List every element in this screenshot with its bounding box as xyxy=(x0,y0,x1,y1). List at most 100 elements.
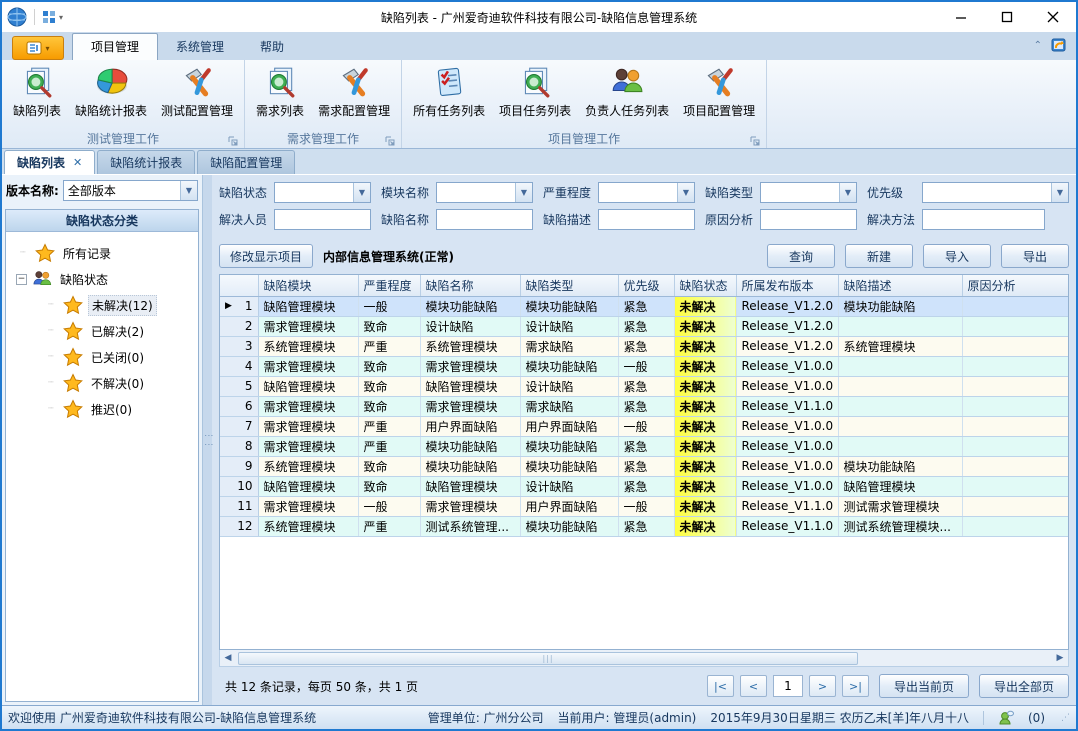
dialog-launcher-icon[interactable] xyxy=(228,135,238,145)
tab-close-icon[interactable]: ✕ xyxy=(73,156,82,169)
grid-column-header[interactable]: 缺陷描述 xyxy=(838,275,962,296)
grid-cell[interactable] xyxy=(962,476,1069,496)
ribbon-button[interactable]: 需求配置管理 xyxy=(311,62,397,122)
grid-cell[interactable] xyxy=(962,516,1069,536)
filter-combo[interactable]: ▼ xyxy=(274,182,371,203)
grid-cell[interactable] xyxy=(962,496,1069,516)
grid-cell[interactable]: 需求管理模块 xyxy=(258,416,358,436)
modify-columns-button[interactable]: 修改显示项目 xyxy=(219,244,313,268)
tree-item[interactable]: −缺陷状态 xyxy=(16,266,198,292)
grid-cell[interactable]: 需求缺陷 xyxy=(520,396,618,416)
chevron-down-icon[interactable]: ▼ xyxy=(515,183,532,202)
grid-column-header[interactable]: 缺陷类型 xyxy=(520,275,618,296)
splitter-handle[interactable]: ⋮⋮ xyxy=(203,175,212,705)
page-number-input[interactable]: 1 xyxy=(773,675,803,697)
grid-cell[interactable]: 缺陷管理模块 xyxy=(420,376,520,396)
grid-cell[interactable]: 缺陷管理模块 xyxy=(420,476,520,496)
grid-cell[interactable]: 系统管理模块 xyxy=(420,336,520,356)
prev-page-button[interactable]: < xyxy=(740,675,767,697)
grid-cell[interactable]: Release_V1.0.0 xyxy=(736,436,838,456)
grid-cell[interactable]: 一般 xyxy=(618,496,674,516)
grid-cell[interactable]: 模块功能缺陷 xyxy=(520,356,618,376)
grid-cell[interactable]: 模块功能缺陷 xyxy=(420,456,520,476)
grid-cell[interactable]: 未解决 xyxy=(674,396,736,416)
doc-tab-defect-report[interactable]: 缺陷统计报表 xyxy=(97,150,195,174)
grid-cell[interactable]: 严重 xyxy=(358,436,420,456)
grid-cell[interactable]: 系统管理模块 xyxy=(258,336,358,356)
quick-access-caret-icon[interactable]: ▾ xyxy=(59,13,63,22)
grid-row[interactable]: 5缺陷管理模块致命缺陷管理模块设计缺陷紧急未解决Release_V1.0.0 xyxy=(220,376,1069,396)
grid-row[interactable]: 6需求管理模块致命需求管理模块需求缺陷紧急未解决Release_V1.1.0 xyxy=(220,396,1069,416)
grid-cell[interactable]: 未解决 xyxy=(674,416,736,436)
ribbon-tab-help[interactable]: 帮助 xyxy=(242,34,302,60)
grid-column-header[interactable]: 优先级 xyxy=(618,275,674,296)
grid-cell[interactable]: Release_V1.2.0 xyxy=(736,316,838,336)
grid-cell[interactable]: 未解决 xyxy=(674,336,736,356)
filter-combo[interactable]: ▼ xyxy=(598,182,695,203)
filter-input[interactable] xyxy=(922,209,1045,230)
filter-combo[interactable]: ▼ xyxy=(436,182,533,203)
export-all-pages-button[interactable]: 导出全部页 xyxy=(979,674,1069,698)
grid-cell[interactable]: Release_V1.0.0 xyxy=(736,356,838,376)
ribbon-button[interactable]: 项目任务列表 xyxy=(492,62,578,122)
collapse-ribbon-icon[interactable]: ⌃ xyxy=(1034,40,1042,51)
grid-cell[interactable]: 未解决 xyxy=(674,436,736,456)
grid-row[interactable]: 10缺陷管理模块致命缺陷管理模块设计缺陷紧急未解决Release_V1.0.0缺… xyxy=(220,476,1069,496)
grid-cell[interactable]: Release_V1.0.0 xyxy=(736,376,838,396)
minimize-button[interactable] xyxy=(938,2,984,32)
grid-cell[interactable]: 需求管理模块 xyxy=(258,396,358,416)
grid-cell[interactable]: 需求管理模块 xyxy=(420,396,520,416)
grid-cell[interactable]: 紧急 xyxy=(618,436,674,456)
grid-cell[interactable] xyxy=(838,436,962,456)
maximize-button[interactable] xyxy=(984,2,1030,32)
ribbon-button[interactable]: 需求列表 xyxy=(249,62,311,122)
grid-row[interactable]: 12系统管理模块严重测试系统管理...模块功能缺陷紧急未解决Release_V1… xyxy=(220,516,1069,536)
chevron-down-icon[interactable]: ▼ xyxy=(677,183,694,202)
resize-grip-icon[interactable]: ⋰ xyxy=(1061,713,1070,723)
collapse-expander-icon[interactable]: − xyxy=(16,274,27,285)
grid-cell[interactable]: Release_V1.0.0 xyxy=(736,416,838,436)
grid-cell[interactable]: Release_V1.1.0 xyxy=(736,396,838,416)
grid-cell[interactable]: 模块功能缺陷 xyxy=(520,456,618,476)
tree-item[interactable]: ┈未解决(12) xyxy=(16,292,198,318)
ribbon-button[interactable]: 所有任务列表 xyxy=(406,62,492,122)
grid-cell[interactable]: 紧急 xyxy=(618,516,674,536)
grid-row[interactable]: 11需求管理模块一般需求管理模块用户界面缺陷一般未解决Release_V1.1.… xyxy=(220,496,1069,516)
grid-cell[interactable]: Release_V1.2.0 xyxy=(736,336,838,356)
grid-cell[interactable]: 系统管理模块 xyxy=(838,336,962,356)
grid-cell[interactable]: 紧急 xyxy=(618,296,674,316)
grid-cell[interactable]: 需求管理模块 xyxy=(258,496,358,516)
grid-row[interactable]: 4需求管理模块致命需求管理模块模块功能缺陷一般未解决Release_V1.0.0 xyxy=(220,356,1069,376)
grid-cell[interactable]: 致命 xyxy=(358,356,420,376)
grid-cell[interactable]: 模块功能缺陷 xyxy=(520,436,618,456)
grid-cell[interactable] xyxy=(962,296,1069,316)
grid-cell[interactable]: 系统管理模块 xyxy=(258,456,358,476)
grid-cell[interactable]: 未解决 xyxy=(674,356,736,376)
tree-item[interactable]: ┈已关闭(0) xyxy=(16,344,198,370)
grid-cell[interactable]: 需求管理模块 xyxy=(258,356,358,376)
grid-cell[interactable]: 缺陷管理模块 xyxy=(258,476,358,496)
grid-cell[interactable]: 紧急 xyxy=(618,336,674,356)
dialog-launcher-icon[interactable] xyxy=(750,135,760,145)
grid-cell[interactable]: 紧急 xyxy=(618,456,674,476)
grid-cell[interactable]: 紧急 xyxy=(618,396,674,416)
doc-tab-defect-config[interactable]: 缺陷配置管理 xyxy=(197,150,295,174)
about-icon[interactable] xyxy=(1050,36,1068,54)
grid-cell[interactable] xyxy=(962,416,1069,436)
grid-cell[interactable]: 需求缺陷 xyxy=(520,336,618,356)
grid-cell[interactable]: 一般 xyxy=(618,416,674,436)
new-button[interactable]: 新建 xyxy=(845,244,913,268)
ribbon-button[interactable]: 项目配置管理 xyxy=(676,62,762,122)
grid-row[interactable]: 7需求管理模块严重用户界面缺陷用户界面缺陷一般未解决Release_V1.0.0 xyxy=(220,416,1069,436)
ribbon-button[interactable]: 缺陷统计报表 xyxy=(68,62,154,122)
grid-cell[interactable] xyxy=(962,436,1069,456)
grid-cell[interactable]: 需求管理模块 xyxy=(258,316,358,336)
grid-cell[interactable]: 紧急 xyxy=(618,316,674,336)
grid-cell[interactable]: Release_V1.1.0 xyxy=(736,496,838,516)
grid-cell[interactable]: 设计缺陷 xyxy=(520,316,618,336)
grid-column-header[interactable]: 缺陷状态 xyxy=(674,275,736,296)
tree-item[interactable]: ┈推迟(0) xyxy=(16,396,198,422)
grid-cell[interactable] xyxy=(838,316,962,336)
grid-row[interactable]: 2需求管理模块致命设计缺陷设计缺陷紧急未解决Release_V1.2.0 xyxy=(220,316,1069,336)
grid-cell[interactable] xyxy=(962,376,1069,396)
